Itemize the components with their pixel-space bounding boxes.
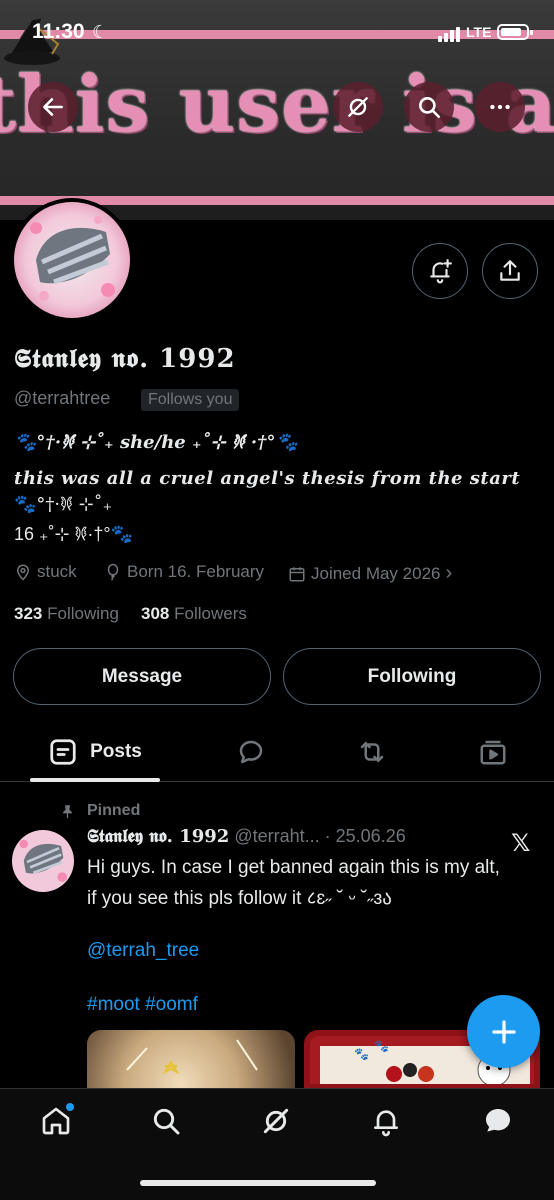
message-button[interactable]: Message: [13, 648, 271, 705]
post-avatar[interactable]: [12, 830, 74, 892]
notifications-subscribe-button[interactable]: [412, 243, 468, 299]
post-author-name[interactable]: 𝕾𝖙𝖆𝖓𝖑𝖊𝖞 𝖓𝖔. 1992: [87, 826, 229, 847]
bio-line: 𝒕𝒉𝒊𝒔 𝒘𝒂𝒔 𝒂𝒍𝒍 𝒂 𝒄𝒓𝒖𝒆𝒍 𝒂𝒏𝒈𝒆𝒍'𝒔 𝒕𝒉𝒆𝒔𝒊𝒔 𝒇𝒓𝒐𝒎…: [14, 468, 521, 489]
tab-reposts[interactable]: [352, 722, 392, 782]
more-button[interactable]: [475, 82, 525, 132]
tab-posts-label: Posts: [90, 741, 142, 762]
location-meta: stuck: [14, 562, 77, 582]
following-count-link[interactable]: 323 Following: [14, 604, 119, 624]
follows-you-badge: Follows you: [141, 389, 240, 411]
following-count: 323: [14, 604, 43, 623]
share-icon: [500, 260, 520, 281]
x-logo-icon: 𝕏: [511, 829, 531, 857]
grok-icon: [348, 97, 368, 117]
status-bar: 11:30 ☾ LTE: [0, 0, 554, 66]
media-icon: [480, 740, 506, 765]
svg-text:🐾: 🐾: [374, 1039, 389, 1053]
tab-posts[interactable]: Posts: [30, 722, 160, 782]
pinned-text: Pinned: [87, 802, 141, 819]
svg-text:🐾: 🐾: [354, 1047, 369, 1061]
image-content: [126, 1039, 258, 1075]
post-text-line: if you see this pls follow it ८ɛ˶ ˘ ᵕ ˘˶…: [87, 888, 392, 909]
chevron-right-icon: ›: [445, 562, 453, 584]
post-text-line: Hi guys. In case I get banned again this…: [87, 857, 500, 878]
birthday-meta: Born 16. February: [104, 562, 264, 582]
status-time: 11:30: [32, 20, 85, 43]
nav-grok[interactable]: [256, 1101, 296, 1141]
nav-search[interactable]: [146, 1101, 186, 1141]
profile-avatar[interactable]: [10, 198, 134, 322]
balloon-icon: [107, 563, 119, 581]
back-button[interactable]: [28, 82, 78, 132]
notification-dot: [66, 1103, 74, 1111]
joined-text: Joined May 2026: [311, 563, 441, 583]
signal-icon: [438, 24, 462, 42]
nav-messages[interactable]: [478, 1101, 518, 1141]
post-header: 𝕾𝖙𝖆𝖓𝖑𝖊𝖞 𝖓𝖔. 1992 @terraht... · 25.06.26: [87, 826, 406, 847]
following-button[interactable]: Following: [283, 648, 541, 705]
pinned-label: Pinned: [60, 802, 140, 820]
tab-media[interactable]: [473, 722, 513, 782]
location-icon: [16, 564, 30, 581]
search-icon: [153, 1108, 180, 1135]
location-text: stuck: [37, 562, 77, 581]
network-label: LTE: [466, 24, 492, 40]
compose-post-button[interactable]: [467, 995, 540, 1068]
display-name: 𝕾𝖙𝖆𝖓𝖑𝖊𝖞 𝖓𝖔. 1992: [14, 344, 236, 374]
active-tab-indicator: [30, 778, 160, 782]
pin-icon: [63, 804, 72, 818]
followers-count-link[interactable]: 308 Followers: [141, 604, 247, 624]
bell-icon: [374, 1110, 398, 1137]
birthday-text: Born 16. February: [127, 562, 265, 581]
battery-icon: [497, 24, 533, 40]
following-label: Following: [47, 604, 119, 623]
nav-notifications[interactable]: [366, 1101, 406, 1141]
followers-label: Followers: [174, 604, 247, 623]
posts-icon: [50, 739, 76, 765]
post-hashtags[interactable]: #moot #oomf: [87, 994, 198, 1016]
more-icon: [490, 104, 510, 110]
arrow-left-icon: [43, 98, 63, 116]
banner-text: this user is a wolf: [0, 59, 554, 150]
reply-icon: [239, 740, 263, 764]
share-button[interactable]: [482, 243, 538, 299]
post-author-handle[interactable]: @terraht...: [234, 826, 319, 846]
grok-icon: [263, 1108, 289, 1134]
bio-line: 16 ₊˚⊹ 𐦍·†°🐾: [14, 524, 133, 544]
post-mention-link[interactable]: @terrah_tree: [87, 940, 199, 962]
post-media-image[interactable]: [87, 1030, 295, 1090]
bell-plus-icon: [430, 259, 452, 284]
moon-icon: ☾: [92, 22, 109, 42]
search-button[interactable]: [404, 82, 454, 132]
plus-icon: [491, 1019, 516, 1044]
messages-icon: [486, 1109, 510, 1132]
tab-replies[interactable]: [231, 722, 271, 782]
search-icon: [419, 97, 441, 119]
repost-icon: [360, 742, 384, 762]
post-date[interactable]: · 25.06.26: [325, 826, 406, 846]
bio-line: 🐾°†·𐦍 ⊹˚₊ 𝒔𝒉𝒆/𝒉𝒆 ₊˚⊹ 𐦍 ·†°🐾: [14, 432, 298, 453]
home-indicator: [140, 1180, 376, 1186]
avatar-image: [14, 202, 130, 318]
bio-line: 🐾°†·𐦍 ⊹˚₊: [14, 494, 113, 515]
joined-meta[interactable]: Joined May 2026 ›: [288, 562, 452, 585]
nav-home[interactable]: [36, 1101, 76, 1141]
user-handle: @terrahtree: [14, 388, 111, 408]
grok-button[interactable]: [333, 82, 383, 132]
followers-count: 308: [141, 604, 170, 623]
avatar-image: [12, 830, 74, 892]
profile-tabs: Posts: [0, 722, 554, 782]
calendar-icon: [289, 566, 305, 581]
